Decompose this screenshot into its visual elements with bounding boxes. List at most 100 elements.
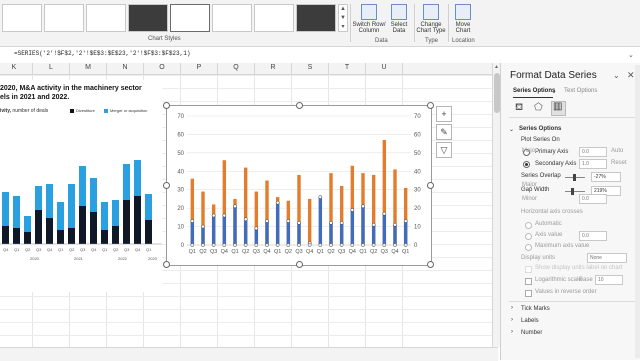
close-icon[interactable]: ✕ xyxy=(627,70,635,81)
display-units-select[interactable]: None xyxy=(587,253,627,263)
gap-width-knob[interactable] xyxy=(571,188,574,195)
paint-bucket-icon[interactable]: ⛾ xyxy=(515,102,523,115)
axis-value-radio[interactable] xyxy=(525,233,532,240)
section-number[interactable]: Number xyxy=(521,330,542,336)
chart-style-thumb-4[interactable] xyxy=(128,4,168,32)
x-tick-label: Q3 xyxy=(253,249,260,255)
log-base-field[interactable]: 10 xyxy=(595,275,623,285)
primary-axis-label: Primary Axis xyxy=(535,149,569,155)
pane-divider xyxy=(509,117,635,118)
chart-filters-funnel-icon[interactable]: ▽ xyxy=(436,142,452,158)
resize-handle[interactable] xyxy=(427,102,434,109)
series-selection-handle xyxy=(286,219,291,223)
section-series-options[interactable]: Series Options xyxy=(519,126,561,132)
tab-text-options[interactable]: Text Options xyxy=(564,88,597,94)
scroll-up-icon[interactable]: ▲ xyxy=(494,64,499,70)
column-header-N[interactable]: N xyxy=(110,64,140,71)
expand-right-icon[interactable]: › xyxy=(511,329,513,335)
maximum-axis-value-radio[interactable] xyxy=(525,244,532,251)
resize-handle[interactable] xyxy=(296,261,303,268)
pane-scrollbar[interactable] xyxy=(635,65,640,358)
y-tick-label-right: 0 xyxy=(414,243,418,249)
chart-style-thumb-7[interactable] xyxy=(254,4,294,32)
left-chart-quarter-label: Q4 xyxy=(135,247,141,252)
chart-style-thumb-3[interactable] xyxy=(86,4,126,32)
chart-plot-area: 0 010 1020 2030 3040 4050 5060 6070 70Q1 Q2 Q3 Q4 Q1… xyxy=(177,114,421,255)
column-header-O[interactable]: O xyxy=(147,64,177,71)
gallery-scroll[interactable]: ▲ ▼ ▾ xyxy=(338,4,348,32)
left-chart-bar-divestiture xyxy=(79,206,86,244)
minor-field-2[interactable]: 0.0 xyxy=(579,194,607,204)
column-header-divider xyxy=(365,63,366,74)
formula-bar[interactable]: =SERIES('2'!$F$2,'2'!$E$3:$E$23,'2'!$F$3… xyxy=(0,47,640,64)
resize-handle[interactable] xyxy=(163,261,170,268)
column-header-U[interactable]: U xyxy=(369,64,399,71)
secondary-axis-radio[interactable] xyxy=(523,161,530,168)
left-chart-quarter-label: Q3 xyxy=(80,247,86,252)
column-header-R[interactable]: R xyxy=(258,64,288,71)
column-header-P[interactable]: P xyxy=(184,64,214,71)
bar-series-1 xyxy=(190,221,195,245)
left-chart-subtitle: ivity, number of deals xyxy=(0,108,48,114)
series-overlap-field[interactable]: -27% xyxy=(591,172,621,182)
change-chart-type-button[interactable]: Change Chart Type xyxy=(416,2,446,42)
logarithmic-scale-check[interactable] xyxy=(525,278,532,285)
show-display-units-check[interactable] xyxy=(525,266,532,273)
auto-label[interactable]: Auto xyxy=(611,148,623,154)
pentagon-effects-icon[interactable]: ⬠ xyxy=(534,102,543,113)
column-header-S[interactable]: S xyxy=(295,64,325,71)
series-overlap-knob[interactable] xyxy=(573,174,576,181)
chevron-down-icon[interactable]: ⌄ xyxy=(628,51,634,59)
column-header-K[interactable]: K xyxy=(0,64,29,71)
chart-style-thumb-1[interactable] xyxy=(2,4,42,32)
column-header-L[interactable]: L xyxy=(36,64,66,71)
bar-series-1 xyxy=(350,209,355,245)
resize-handle[interactable] xyxy=(427,261,434,268)
resize-handle[interactable] xyxy=(427,182,434,189)
minor-field[interactable]: 1.0 xyxy=(579,159,607,169)
resize-handle[interactable] xyxy=(163,102,170,109)
column-header-divider xyxy=(291,63,292,74)
major-field[interactable]: 0.0 xyxy=(579,147,607,157)
axis-value-field[interactable]: 0.0 xyxy=(579,231,607,241)
column-header-T[interactable]: T xyxy=(332,64,362,71)
x-tick-label: Q3 xyxy=(381,249,388,255)
left-chart[interactable]: 2020, M&A activity in the machinery sect… xyxy=(0,80,162,292)
gap-width-slider[interactable] xyxy=(565,191,585,192)
expand-chevron-icon[interactable]: ⌄ xyxy=(509,126,514,133)
chart-style-thumb-2[interactable] xyxy=(44,4,84,32)
chart-styles-brush-icon[interactable]: ✎ xyxy=(436,124,452,140)
resize-handle[interactable] xyxy=(163,182,170,189)
series-selection-handle xyxy=(254,226,259,231)
tab-series-options[interactable]: Series Options xyxy=(513,88,555,94)
selected-chart[interactable]: 0 0 10 10 20 20 30 30 40 40 50 50 60 60 70 70 Q1 Q2 Q3 Q4 Q1… xyxy=(166,105,432,266)
bar-series-1 xyxy=(265,221,269,245)
formula-text[interactable]: =SERIES('2'!$F$2,'2'!$E$3:$E$23,'2'!$F$3… xyxy=(14,50,190,57)
column-header-M[interactable]: M xyxy=(73,64,103,71)
automatic-radio[interactable] xyxy=(525,222,532,229)
switch-row-column-button[interactable]: Switch Row/ Column xyxy=(352,2,386,42)
section-tick-marks[interactable]: Tick Marks xyxy=(521,306,550,312)
bar-series-1 xyxy=(254,228,259,245)
chart-elements-plus-icon[interactable]: + xyxy=(436,106,452,122)
format-data-series-pane: Format Data Series ⌄ ✕ Series Options ⌄ … xyxy=(500,63,640,360)
expand-right-icon[interactable]: › xyxy=(511,317,513,323)
reset-label[interactable]: Reset xyxy=(611,160,627,166)
data-group-label: Data xyxy=(375,38,388,44)
move-chart-button[interactable]: Move Chart xyxy=(450,2,476,42)
chevron-down-icon[interactable]: ⌄ xyxy=(613,71,620,80)
horizontal-scrollbar[interactable] xyxy=(0,347,498,361)
series-selection-handle xyxy=(243,217,248,222)
section-labels[interactable]: Labels xyxy=(521,318,539,324)
chevron-down-icon[interactable]: ⌄ xyxy=(551,87,557,95)
select-data-button[interactable]: Select Data xyxy=(386,2,412,42)
resize-handle[interactable] xyxy=(296,102,303,109)
left-chart-year-label: 2023 xyxy=(148,256,158,261)
chart-style-thumb-8[interactable] xyxy=(296,4,336,32)
chart-style-thumb-6[interactable] xyxy=(212,4,252,32)
column-header-Q[interactable]: Q xyxy=(221,64,251,71)
values-reverse-check[interactable] xyxy=(525,290,532,297)
expand-right-icon[interactable]: › xyxy=(511,305,513,311)
chart-style-thumb-5[interactable] xyxy=(170,4,210,32)
y-tick-label-right: 60 xyxy=(414,132,421,138)
